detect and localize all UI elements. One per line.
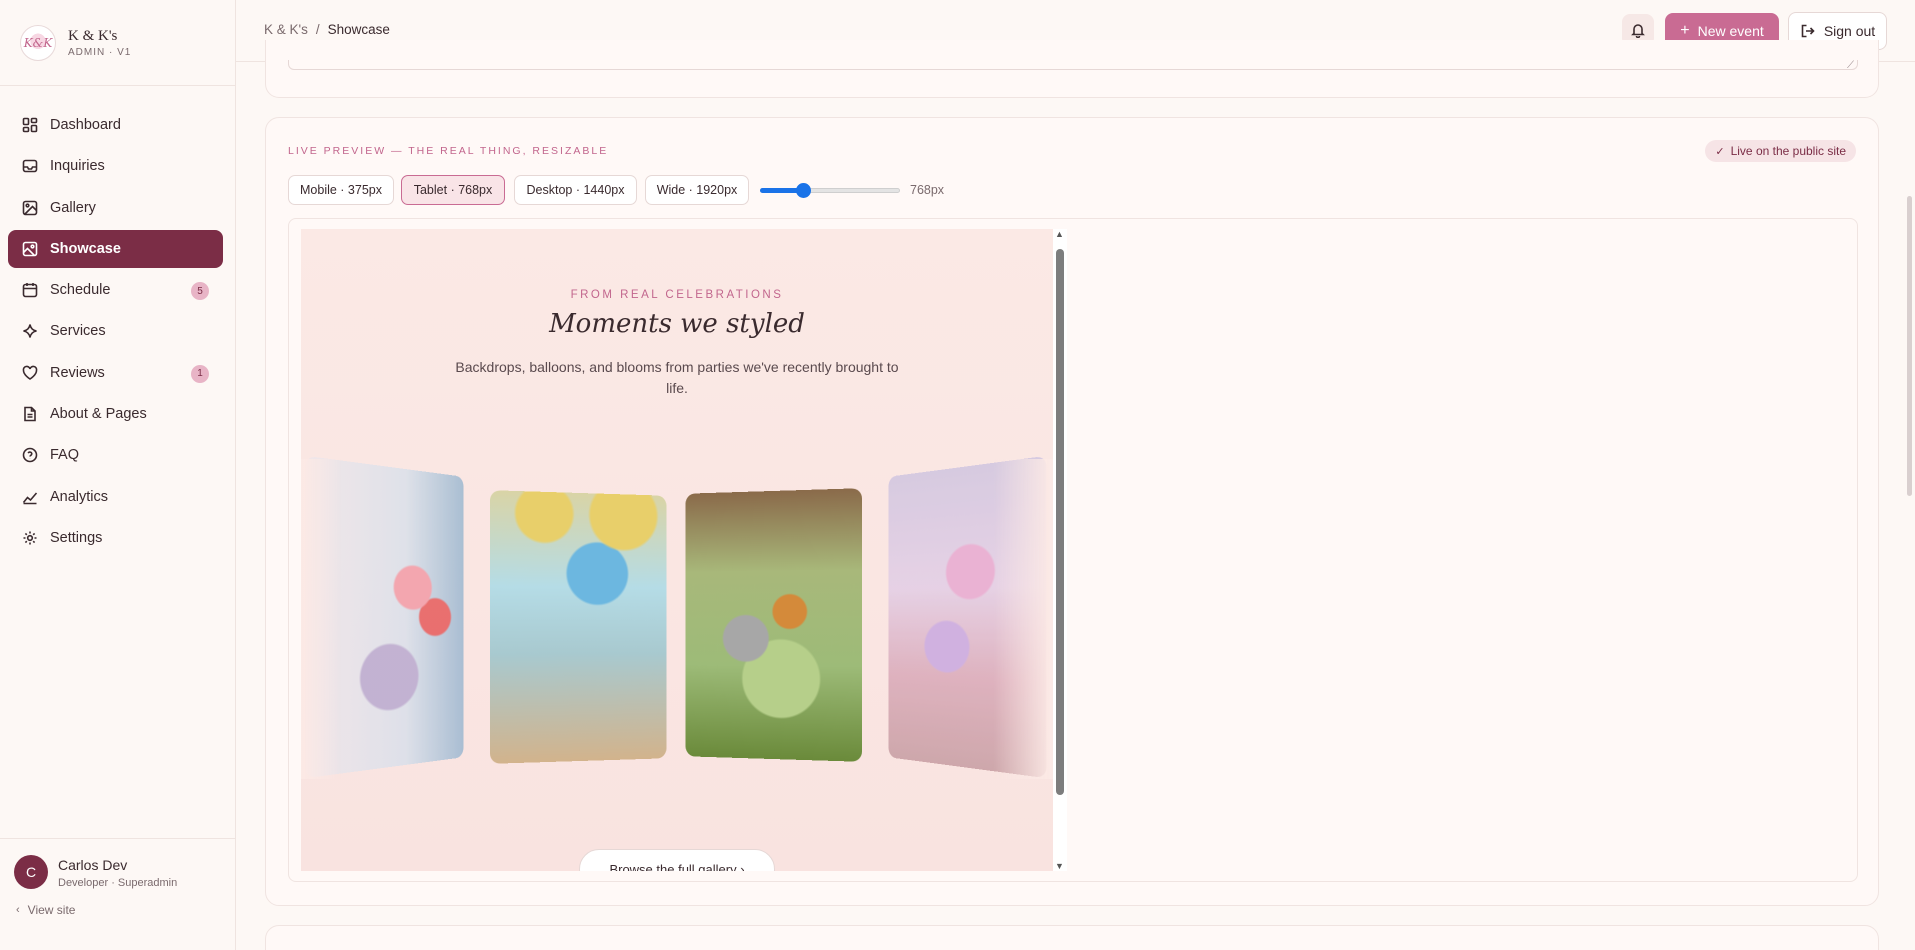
dashboard-icon <box>22 117 38 133</box>
showcase-photo[interactable] <box>490 490 667 764</box>
brand[interactable]: K&K K & K's ADMIN · V1 <box>0 0 235 86</box>
scroll-thumb[interactable] <box>1056 249 1064 795</box>
sidebar-item-dashboard[interactable]: Dashboard <box>8 106 223 144</box>
browse-gallery-button[interactable]: Browse the full gallery › <box>579 849 775 871</box>
sidebar-item-inquiries[interactable]: Inquiries <box>8 147 223 185</box>
new-event-label: New event <box>1697 23 1764 39</box>
sidebar-item-faq[interactable]: FAQ <box>8 436 223 474</box>
reviews-count-badge: 1 <box>191 364 209 383</box>
user-name: Carlos Dev <box>58 857 128 873</box>
user-role: Developer · Superadmin <box>58 877 178 889</box>
image-icon <box>22 200 38 215</box>
help-circle-icon <box>22 448 38 463</box>
sidebar-item-label: Inquiries <box>50 158 105 175</box>
previous-section-card: ⟋ <box>265 40 1879 98</box>
sidebar-item-label: Dashboard <box>50 117 121 133</box>
page-icon <box>24 406 36 422</box>
preview-iframe[interactable]: FROM REAL CELEBRATIONS Moments we styled… <box>301 229 1053 871</box>
device-wide-button[interactable]: Wide · 1920px <box>645 175 749 205</box>
scroll-down-arrow-icon[interactable]: ▼ <box>1055 861 1064 871</box>
carousel-fade-right <box>993 459 1053 779</box>
sidebar-item-label: FAQ <box>50 447 80 464</box>
showcase-photo[interactable] <box>685 488 862 762</box>
breadcrumb-root[interactable]: K & K's <box>264 22 308 37</box>
sidebar-item-gallery[interactable]: Gallery <box>8 189 223 227</box>
view-site-label: View site <box>27 903 76 917</box>
sidebar-item-label: Showcase <box>50 240 121 257</box>
live-preview-card: LIVE PREVIEW — THE REAL THING, RESIZABLE… <box>265 117 1879 906</box>
width-readout: 768px <box>910 183 945 197</box>
view-site-link[interactable]: ‹ View site <box>16 903 75 917</box>
breadcrumb-current: Showcase <box>327 22 390 37</box>
device-desktop-button[interactable]: Desktop · 1440px <box>514 175 637 205</box>
brand-logo: K&K <box>20 24 56 61</box>
resize-grip-icon[interactable]: ⟋ <box>1847 60 1854 71</box>
showcase-intro: Backdrops, balloons, and blooms from par… <box>455 359 899 396</box>
brand-subtitle: ADMIN · V1 <box>68 46 132 58</box>
sidebar-item-showcase[interactable]: Showcase <box>8 229 223 268</box>
sidebar: K&K K & K's ADMIN · V1 Dashboard Inquiri… <box>0 0 236 950</box>
carousel-fade-left <box>301 459 341 779</box>
sidebar-item-label: About & Pages <box>50 406 147 423</box>
sidebar-item-schedule[interactable]: Schedule 5 <box>8 271 223 309</box>
chart-icon <box>22 492 38 504</box>
bell-icon <box>1631 24 1645 38</box>
sidebar-nav: Dashboard Inquiries Gallery Showcase Sch… <box>0 86 235 557</box>
inbox-icon <box>22 159 38 173</box>
sidebar-item-label: Reviews <box>50 364 105 381</box>
calendar-icon <box>22 283 38 298</box>
sidebar-item-analytics[interactable]: Analytics <box>8 478 223 516</box>
slider-thumb[interactable] <box>796 183 812 198</box>
preview-scrollbar[interactable]: ▲ ▼ <box>1053 229 1067 871</box>
sidebar-item-settings[interactable]: Settings <box>8 519 223 557</box>
next-section-card <box>265 925 1879 950</box>
schedule-count-badge: 5 <box>191 282 209 301</box>
live-status-label: Live on the public site <box>1730 144 1846 158</box>
page-scrollbar[interactable] <box>1907 196 1912 496</box>
sidebar-item-label: Settings <box>50 529 103 546</box>
showcase-eyebrow: FROM REAL CELEBRATIONS <box>570 289 784 301</box>
plus-icon: + <box>1680 22 1690 39</box>
sign-out-label: Sign out <box>1823 23 1876 39</box>
showcase-title: Moments we styled <box>549 309 805 339</box>
device-tablet-button[interactable]: Tablet · 768px <box>401 175 505 205</box>
sidebar-item-services[interactable]: Services <box>8 312 223 350</box>
check-icon: ✓ <box>1715 145 1725 158</box>
device-mobile-button[interactable]: Mobile · 375px <box>288 175 394 205</box>
sidebar-item-label: Services <box>50 323 106 340</box>
sidebar-item-reviews[interactable]: Reviews 1 <box>8 354 223 392</box>
breadcrumb-separator: / <box>315 22 320 37</box>
avatar[interactable]: C <box>14 855 48 889</box>
scroll-up-arrow-icon[interactable]: ▲ <box>1055 229 1064 239</box>
showcase-icon <box>22 241 38 257</box>
textarea-bottom-edge[interactable] <box>288 60 1858 70</box>
section-label: LIVE PREVIEW — THE REAL THING, RESIZABLE <box>288 145 609 157</box>
user-profile: C Carlos Dev Developer · Superadmin ‹ Vi… <box>0 838 236 950</box>
brand-name: K & K's <box>68 27 118 44</box>
breadcrumb: K & K's / Showcase <box>264 22 390 37</box>
live-status-badge: ✓ Live on the public site <box>1705 140 1856 162</box>
sidebar-item-label: Analytics <box>50 488 109 505</box>
width-slider[interactable] <box>760 183 900 198</box>
preview-stage: FROM REAL CELEBRATIONS Moments we styled… <box>288 218 1858 882</box>
gear-icon <box>23 531 37 545</box>
chevron-left-icon: ‹ <box>16 904 20 916</box>
heart-icon <box>22 365 38 380</box>
sidebar-item-about-pages[interactable]: About & Pages <box>8 395 223 433</box>
sign-out-icon <box>1801 24 1815 38</box>
sparkle-icon <box>23 324 37 339</box>
sidebar-item-label: Gallery <box>50 199 96 216</box>
sidebar-item-label: Schedule <box>50 282 111 299</box>
